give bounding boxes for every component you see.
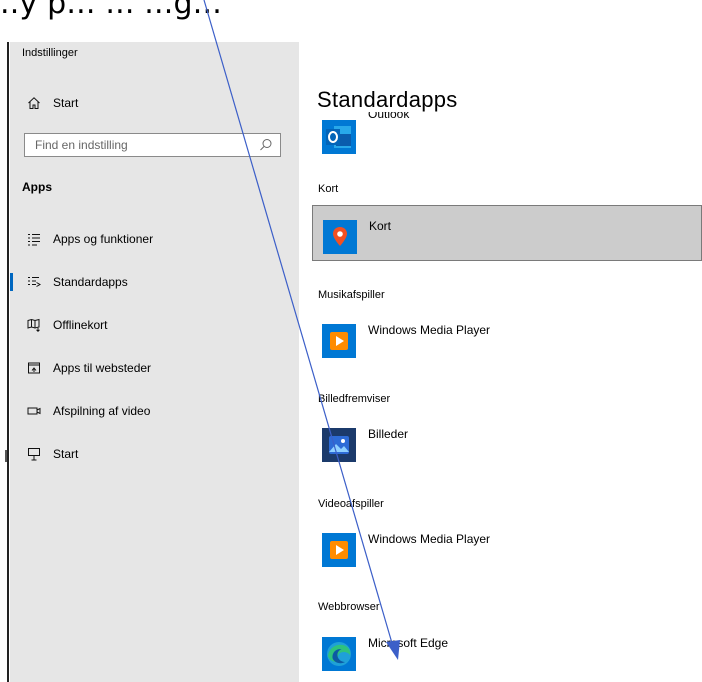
default-apps-icon [25,273,43,291]
app-name: Kort [369,219,392,233]
app-button-webbrowser[interactable]: Microsoft Edge [312,623,702,679]
outlook-icon [322,120,356,154]
startup-icon [25,445,43,463]
web-apps-icon [25,359,43,377]
sidebar-item-start[interactable]: Start [10,439,299,469]
caption-text: ..y p... ... ...g... [0,0,222,21]
edge-icon [322,637,356,671]
maps-pin-icon [323,220,357,254]
search-input[interactable]: Find en indstilling [24,133,281,157]
sidebar-item-label: Standardapps [53,275,128,289]
window-edge-tick [5,450,7,462]
group-label-kort: Kort [318,183,339,195]
app-name: Microsoft Edge [368,636,449,650]
search-placeholder: Find en indstilling [35,138,128,152]
app-name: Billeder [368,427,409,441]
list-icon [25,230,43,248]
sidebar-item-apps-til-websteder[interactable]: Apps til websteder [10,353,299,383]
group-label-videoafspiller: Videoafspiller [318,498,384,510]
page-title: Standardapps [317,87,458,112]
home-icon [25,94,43,112]
app-button-videoafspiller[interactable]: Windows Media Player [312,519,702,575]
sidebar-home-label: Start [53,96,79,110]
sidebar-item-apps-og-funktioner[interactable]: Apps og funktioner [10,224,299,254]
app-name: Windows Media Player [368,532,491,546]
section-heading: Apps [22,180,52,194]
selected-indicator [10,273,13,291]
settings-sidebar: Indstillinger Start Find en indstilling … [10,42,299,682]
sidebar-item-label: Apps til websteder [53,361,152,375]
app-button-billedfremviser[interactable]: Billeder [312,414,702,470]
video-icon [25,402,43,420]
window-title: Indstillinger [22,47,78,59]
sidebar-item-afspilning-af-video[interactable]: Afspilning af video [10,396,299,426]
sidebar-item-label: Afspilning af video [53,404,151,418]
sidebar-item-label: Apps og funktioner [53,232,154,246]
sidebar-item-offlinekort[interactable]: Offlinekort [10,310,299,340]
app-button-kort[interactable]: Kort [312,205,702,261]
search-icon [258,137,274,153]
group-label-musikafspiller: Musikafspiller [318,289,385,301]
sidebar-home[interactable]: Start [10,88,299,118]
app-name: Windows Media Player [368,323,491,337]
screenshot-root: ..y p... ... ...g... Indstillinger Start… [0,0,702,682]
partial-outlook-row[interactable]: Outlook [312,112,702,154]
window-edge [7,42,9,682]
sidebar-item-label: Start [53,447,79,461]
photos-icon [322,428,356,462]
sidebar-item-standardapps[interactable]: Standardapps [10,267,299,297]
group-label-billedfremviser: Billedfremviser [318,393,391,405]
sidebar-item-label: Offlinekort [53,318,108,332]
group-label-webbrowser: Webbrowser [318,601,380,613]
media-player-icon [322,324,356,358]
offline-map-icon [25,316,43,334]
partial-app-name: Outlook [368,112,410,121]
media-player-icon [322,533,356,567]
app-button-musikafspiller[interactable]: Windows Media Player [312,310,702,366]
